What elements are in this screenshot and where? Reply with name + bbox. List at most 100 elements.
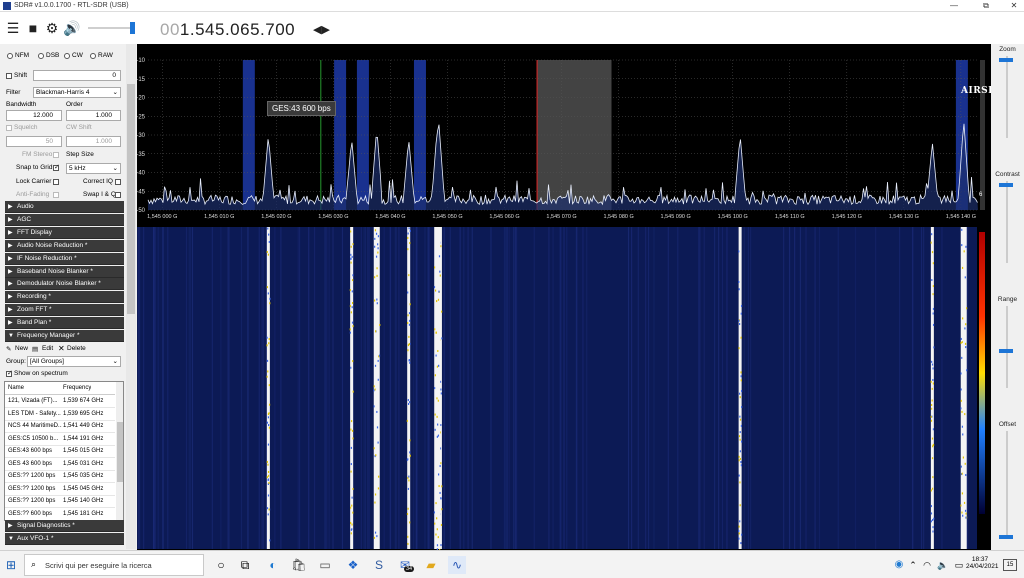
squelch-checkbox[interactable] — [6, 125, 12, 131]
waterfall-signal-speckle — [740, 461, 742, 464]
taskbar-search[interactable]: ⌕ Scrivi qui per eseguire la ricerca — [24, 554, 204, 576]
section-frequency-manager[interactable]: ▼ Frequency Manager * — [5, 330, 124, 342]
table-row[interactable]: LES TDM - Safety... 1,539 695 GHz — [5, 408, 115, 421]
range-slider[interactable] — [1006, 306, 1008, 388]
section-recording[interactable]: ▶ Recording * — [5, 291, 124, 304]
waterfall-signal-speckle — [434, 289, 437, 292]
section-zoom-fft[interactable]: ▶ Zoom FFT * — [5, 304, 124, 317]
table-row[interactable]: GES:?? 1200 bps 1,545 140 GHz — [5, 495, 115, 508]
spectrum-display[interactable]: -10 -15 -20 -25 -30 -35 -40 -45 -50 1,545 000 G 1,… — [136, 44, 1002, 551]
gear-icon[interactable]: ⚙ — [44, 20, 60, 36]
folder-icon[interactable]: ▰ — [422, 556, 440, 574]
delete-button[interactable]: Delete — [67, 345, 86, 352]
section-aux-vfo-1[interactable]: ▼ Aux VFO-1 * — [5, 532, 124, 545]
waterfall-signal-speckle — [374, 245, 376, 248]
waterfall-signal-speckle — [408, 312, 411, 315]
offset-thumb[interactable] — [999, 534, 1013, 539]
section-signal-diagnostics[interactable]: ▶ Signal Diagnostics * — [5, 520, 124, 532]
zoom-slider[interactable] — [1006, 56, 1008, 138]
new-icon[interactable]: ✎ — [6, 345, 11, 353]
volume-slider[interactable] — [88, 27, 134, 29]
mode-radio-nfm[interactable] — [7, 53, 13, 59]
store-icon[interactable]: 🛍 — [290, 556, 308, 574]
section-fft-display[interactable]: ▶ FFT Display — [5, 226, 124, 239]
shift-checkbox[interactable] — [6, 73, 12, 79]
cortana-icon[interactable]: ○ — [212, 556, 230, 574]
table-row[interactable]: GES:C5 10500 b... 1,544 191 GHz — [5, 433, 115, 446]
sdrsharp-icon[interactable]: ∿ — [448, 556, 466, 574]
column-name-header[interactable]: Name — [8, 382, 24, 395]
table-row[interactable]: NCS 44 MaritimeD... 1,541 449 GHz — [5, 420, 115, 433]
menu-icon[interactable]: ☰ — [5, 20, 21, 36]
waterfall-signal-speckle — [931, 399, 933, 402]
filter-select[interactable]: Blackman-Harris 4 ⌄ — [33, 87, 121, 98]
swapiq-checkbox[interactable] — [115, 192, 121, 198]
section-audio-noise-reduction[interactable]: ▶ Audio Noise Reduction * — [5, 239, 124, 252]
table-row[interactable]: GES 43 600 bps 1,545 031 GHz — [5, 458, 115, 471]
contrast-thumb[interactable] — [999, 183, 1013, 188]
correctiq-checkbox[interactable] — [115, 179, 121, 185]
edge-icon[interactable]: ◐ — [264, 556, 282, 574]
mode-radio-raw[interactable] — [90, 53, 96, 59]
order-input[interactable]: 1.000 — [66, 110, 121, 121]
bandwidth-input[interactable]: 12.000 — [6, 110, 62, 121]
offset-slider[interactable] — [1006, 431, 1008, 539]
table-row[interactable]: GES:?? 600 bps 1,545 181 GHz — [5, 508, 115, 520]
minimize-button[interactable]: — — [944, 0, 964, 12]
edit-button[interactable]: Edit — [42, 345, 53, 352]
left-panel-scrollbar-thumb[interactable] — [127, 84, 135, 314]
frequency-arrows[interactable]: ◀▶ — [313, 23, 330, 36]
windows-start-icon[interactable]: ⊞ — [6, 558, 16, 572]
antifading-checkbox[interactable] — [53, 192, 59, 198]
right-panel: Zoom Contrast Range Offset — [991, 44, 1024, 550]
table-row[interactable]: 121, Vizada (FT)... 1,539 674 GHz — [5, 395, 115, 408]
section-if-noise-reduction[interactable]: ▶ IF Noise Reduction * — [5, 252, 124, 265]
section-agc[interactable]: ▶ AGC — [5, 213, 124, 226]
section-baseband-noise-blanker[interactable]: ▶ Baseband Noise Blanker * — [5, 265, 124, 278]
frequency-display[interactable]: 001.545.065.700 — [160, 20, 295, 40]
group-select[interactable]: [All Groups] ⌄ — [27, 356, 121, 367]
lockcarrier-checkbox[interactable] — [53, 179, 59, 185]
section-audio[interactable]: ▶ Audio — [5, 201, 124, 213]
cmd-icon[interactable]: ▭ — [316, 556, 334, 574]
delete-icon[interactable]: ✕ — [58, 344, 65, 353]
snap-checkbox[interactable] — [53, 163, 60, 171]
clock[interactable]: 18:37 24/04/2021 — [966, 556, 999, 570]
waterfall-noise-streak — [395, 227, 398, 549]
table-scrollbar[interactable] — [116, 382, 123, 520]
cwshift-input[interactable]: 1.000 — [66, 136, 121, 147]
contrast-slider[interactable] — [1006, 181, 1008, 263]
table-row[interactable]: GES:43 600 bps 1,545 015 GHz — [5, 445, 115, 458]
waterfall-noise-streak — [667, 227, 669, 549]
left-panel-scrollbar[interactable] — [126, 44, 136, 549]
squelch-input[interactable]: 50 — [6, 136, 62, 147]
table-row[interactable]: GES:?? 1200 bps 1,545 045 GHz — [5, 483, 115, 496]
waterfall-signal-speckle — [376, 274, 378, 277]
volume-thumb[interactable] — [130, 22, 135, 34]
section-demodulator-noise-blanker[interactable]: ▶ Demodulator Noise Blanker * — [5, 278, 124, 291]
column-frequency-header[interactable]: Frequency — [63, 382, 91, 395]
table-scrollbar-thumb[interactable] — [117, 422, 123, 482]
section-band-plan[interactable]: ▶ Band Plan * — [5, 317, 124, 330]
mode-radio-cw[interactable] — [64, 53, 70, 59]
shift-input[interactable]: 0 — [33, 70, 121, 81]
zoom-thumb[interactable] — [999, 58, 1013, 63]
step-select[interactable]: 5 kHz ⌄ — [66, 163, 121, 174]
table-row[interactable]: GES:?? 1200 bps 1,545 035 GHz — [5, 470, 115, 483]
speaker-icon[interactable]: 🔊 — [63, 20, 80, 36]
edit-icon[interactable]: ▤ — [32, 345, 38, 353]
dropbox-icon[interactable]: ❖ — [344, 556, 362, 574]
notification-icon[interactable]: 15 — [1003, 559, 1017, 571]
mode-radio-dsb[interactable] — [38, 53, 44, 59]
maximize-button[interactable]: ⧉ — [976, 0, 996, 12]
spectrum-chart[interactable]: -10 -15 -20 -25 -30 -35 -40 -45 -501,545 000 G 1,… — [136, 44, 991, 551]
app-s-icon[interactable]: S — [370, 556, 388, 574]
show-on-spectrum-checkbox[interactable] — [6, 369, 13, 377]
waterfall-noise-streak — [185, 227, 188, 549]
task-view-icon[interactable]: ⧉ — [236, 556, 254, 574]
range-thumb[interactable] — [999, 349, 1013, 354]
new-button[interactable]: New — [15, 345, 28, 352]
close-button[interactable]: ✕ — [1004, 0, 1024, 12]
fmstereo-checkbox[interactable] — [53, 152, 59, 158]
stop-icon[interactable]: ■ — [25, 20, 41, 36]
